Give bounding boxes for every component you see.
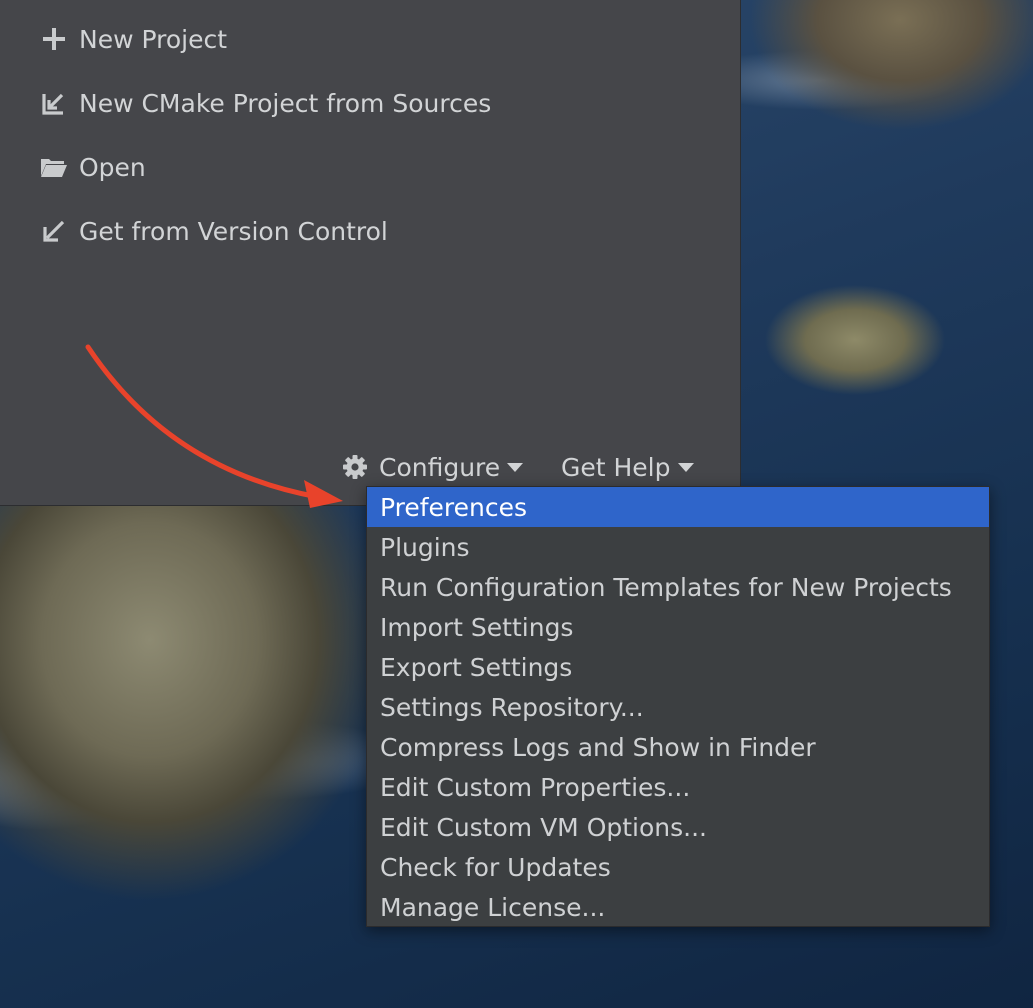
new-project-action[interactable]: New Project <box>40 22 227 56</box>
configure-label: Configure <box>379 452 501 482</box>
menu-item-edit-custom-properties[interactable]: Edit Custom Properties... <box>367 767 989 807</box>
folder-icon <box>40 153 68 181</box>
welcome-panel: New Project New CMake Project from Sourc… <box>0 0 741 506</box>
plus-icon <box>40 25 68 53</box>
menu-item-check-for-updates[interactable]: Check for Updates <box>367 847 989 887</box>
menu-item-run-configuration-templates-for-new-projects[interactable]: Run Configuration Templates for New Proj… <box>367 567 989 607</box>
get-from-vcs-label: Get from Version Control <box>79 216 388 246</box>
menu-item-plugins[interactable]: Plugins <box>367 527 989 567</box>
new-cmake-project-action[interactable]: New CMake Project from Sources <box>40 86 491 120</box>
chevron-down-icon <box>677 462 694 472</box>
arrow-down-left-icon <box>40 217 68 245</box>
menu-item-settings-repository[interactable]: Settings Repository... <box>367 687 989 727</box>
menu-item-export-settings[interactable]: Export Settings <box>367 647 989 687</box>
menu-item-compress-logs-and-show-in-finder[interactable]: Compress Logs and Show in Finder <box>367 727 989 767</box>
menu-item-manage-license[interactable]: Manage License... <box>367 887 989 927</box>
import-icon <box>40 89 68 117</box>
configure-menu: Preferences Plugins Run Configuration Temp… <box>366 486 990 927</box>
open-label: Open <box>79 152 146 182</box>
new-project-label: New Project <box>79 24 228 54</box>
gear-icon <box>340 452 370 482</box>
new-cmake-project-label: New CMake Project from Sources <box>79 88 492 118</box>
configure-dropdown[interactable]: Configure <box>340 450 524 484</box>
menu-item-edit-custom-vm-options[interactable]: Edit Custom VM Options... <box>367 807 989 847</box>
get-from-vcs-action[interactable]: Get from Version Control <box>40 214 388 248</box>
menu-item-preferences[interactable]: Preferences <box>367 487 989 527</box>
get-help-dropdown[interactable]: Get Help <box>561 450 694 484</box>
chevron-down-icon <box>507 462 524 472</box>
get-help-label: Get Help <box>561 452 671 482</box>
open-action[interactable]: Open <box>40 150 146 184</box>
menu-item-import-settings[interactable]: Import Settings <box>367 607 989 647</box>
